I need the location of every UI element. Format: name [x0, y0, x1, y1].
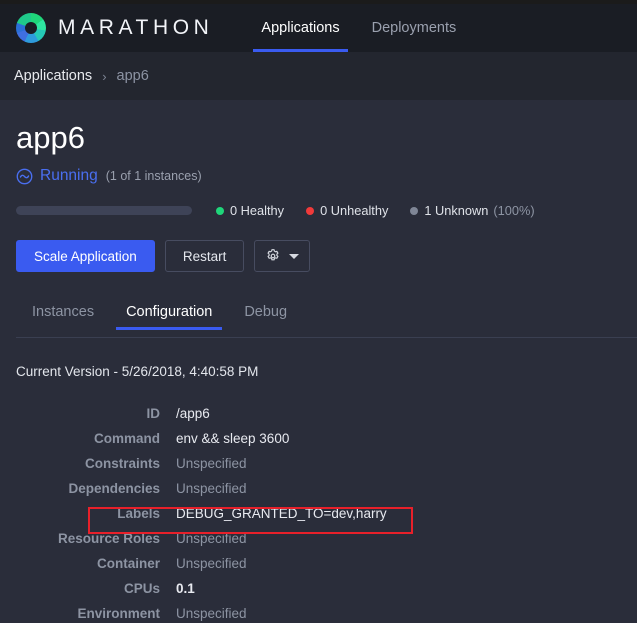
table-row: Constraints Unspecified: [0, 451, 637, 476]
tab-instances-label: Instances: [32, 304, 95, 320]
nav-item-applications-label: Applications: [261, 20, 340, 36]
row-value: Unspecified: [176, 556, 247, 571]
legend-item-unhealthy: 0 Unhealthy: [306, 203, 388, 218]
tab-configuration[interactable]: Configuration: [110, 304, 228, 330]
action-buttons: Scale Application Restart: [16, 240, 637, 272]
row-value: Unspecified: [176, 481, 247, 496]
row-label: Environment: [77, 606, 160, 621]
legend-label-healthy: 0 Healthy: [230, 203, 285, 218]
tab-configuration-label: Configuration: [126, 304, 213, 320]
row-value: 0.1: [176, 581, 195, 596]
gear-icon: [267, 249, 279, 261]
breadcrumb-link-applications[interactable]: Applications: [14, 68, 92, 84]
row-value: DEBUG_GRANTED_TO=dev,harry: [176, 506, 387, 521]
status-label: Running: [40, 167, 98, 184]
restart-button[interactable]: Restart: [164, 240, 245, 272]
tab-debug[interactable]: Debug: [228, 304, 303, 330]
current-version-line: Current Version - 5/26/2018, 4:40:58 PM: [16, 364, 259, 379]
row-label: Resource Roles: [57, 531, 160, 546]
configuration-table-body: ID /app6 Command env && sleep 3600 Const…: [0, 401, 637, 623]
row-label: Constraints: [84, 456, 160, 471]
table-row: Environment Unspecified: [0, 601, 637, 623]
legend-label-unhealthy: 0 Unhealthy: [320, 203, 389, 218]
table-row-labels: Labels DEBUG_GRANTED_TO=dev,harry: [0, 501, 637, 526]
row-value: Unspecified: [176, 606, 247, 621]
nav-item-deployments[interactable]: Deployments: [356, 4, 473, 52]
table-row: Container Unspecified: [0, 551, 637, 576]
table-row: Resource Roles Unspecified: [0, 526, 637, 551]
legend-item-healthy: 0 Healthy: [216, 203, 284, 218]
tab-instances[interactable]: Instances: [16, 304, 110, 330]
restart-label: Restart: [182, 248, 227, 264]
row-label: Command: [93, 431, 160, 446]
row-label: ID: [146, 406, 161, 421]
unknown-dot-icon: [410, 206, 419, 215]
more-actions-button[interactable]: [254, 240, 311, 272]
running-status-icon: [16, 168, 33, 184]
breadcrumb-current-app6: app6: [116, 68, 149, 84]
tabs-divider: [16, 337, 637, 338]
table-row: Command env && sleep 3600: [0, 426, 637, 451]
chevron-down-icon: [289, 253, 300, 259]
table-row: Dependencies Unspecified: [0, 476, 637, 501]
status-row: Running (1 of 1 instances): [16, 167, 637, 185]
row-label: Container: [96, 556, 160, 571]
row-label: CPUs: [123, 581, 160, 596]
brand[interactable]: MARATHON: [16, 13, 213, 43]
health-row: 0 Healthy 0 Unhealthy 1 Unknown (100%): [16, 203, 637, 218]
row-value: Unspecified: [176, 456, 247, 471]
marathon-app-detail-page: MARATHON Applications Deployments Applic…: [0, 0, 637, 623]
scale-application-button[interactable]: Scale Application: [16, 240, 155, 272]
row-value: /app6: [176, 406, 210, 421]
page-title: app6: [16, 120, 85, 155]
health-legend: 0 Healthy 0 Unhealthy 1 Unknown (100%): [216, 203, 557, 218]
legend-label-unknown: 1 Unknown: [424, 203, 489, 218]
detail-tabs: Instances Configuration Debug: [16, 296, 637, 330]
app-header: MARATHON Applications Deployments: [0, 4, 637, 52]
legend-pct-unknown: (100%): [493, 203, 535, 218]
unhealthy-dot-icon: [306, 206, 315, 215]
breadcrumb: Applications › app6: [14, 68, 149, 84]
table-row: ID /app6: [0, 401, 637, 426]
healthy-dot-icon: [216, 206, 224, 215]
main-content: app6 Running (1 of 1 instances) 0 Health…: [0, 100, 637, 623]
instances-summary: (1 of 1 instances): [105, 169, 202, 183]
tab-debug-label: Debug: [244, 304, 288, 320]
row-label: Dependencies: [68, 481, 160, 496]
table-row: CPUs 0.1: [0, 576, 637, 601]
row-value: Unspecified: [176, 531, 247, 546]
legend-item-unknown: 1 Unknown (100%): [410, 203, 535, 218]
breadcrumb-band: Applications › app6: [0, 52, 637, 100]
breadcrumb-separator-icon: ›: [102, 68, 107, 84]
nav-item-applications[interactable]: Applications: [245, 4, 355, 52]
health-progress-bar: [16, 206, 192, 215]
scale-application-label: Scale Application: [34, 248, 137, 264]
marathon-ring-logo-icon: [16, 13, 46, 43]
row-label: Labels: [117, 506, 160, 521]
row-value: env && sleep 3600: [176, 431, 290, 446]
configuration-table: ID /app6 Command env && sleep 3600 Const…: [0, 401, 637, 623]
nav-item-deployments-label: Deployments: [371, 20, 457, 36]
brand-name: MARATHON: [58, 16, 214, 39]
main-nav: Applications Deployments: [245, 4, 472, 52]
